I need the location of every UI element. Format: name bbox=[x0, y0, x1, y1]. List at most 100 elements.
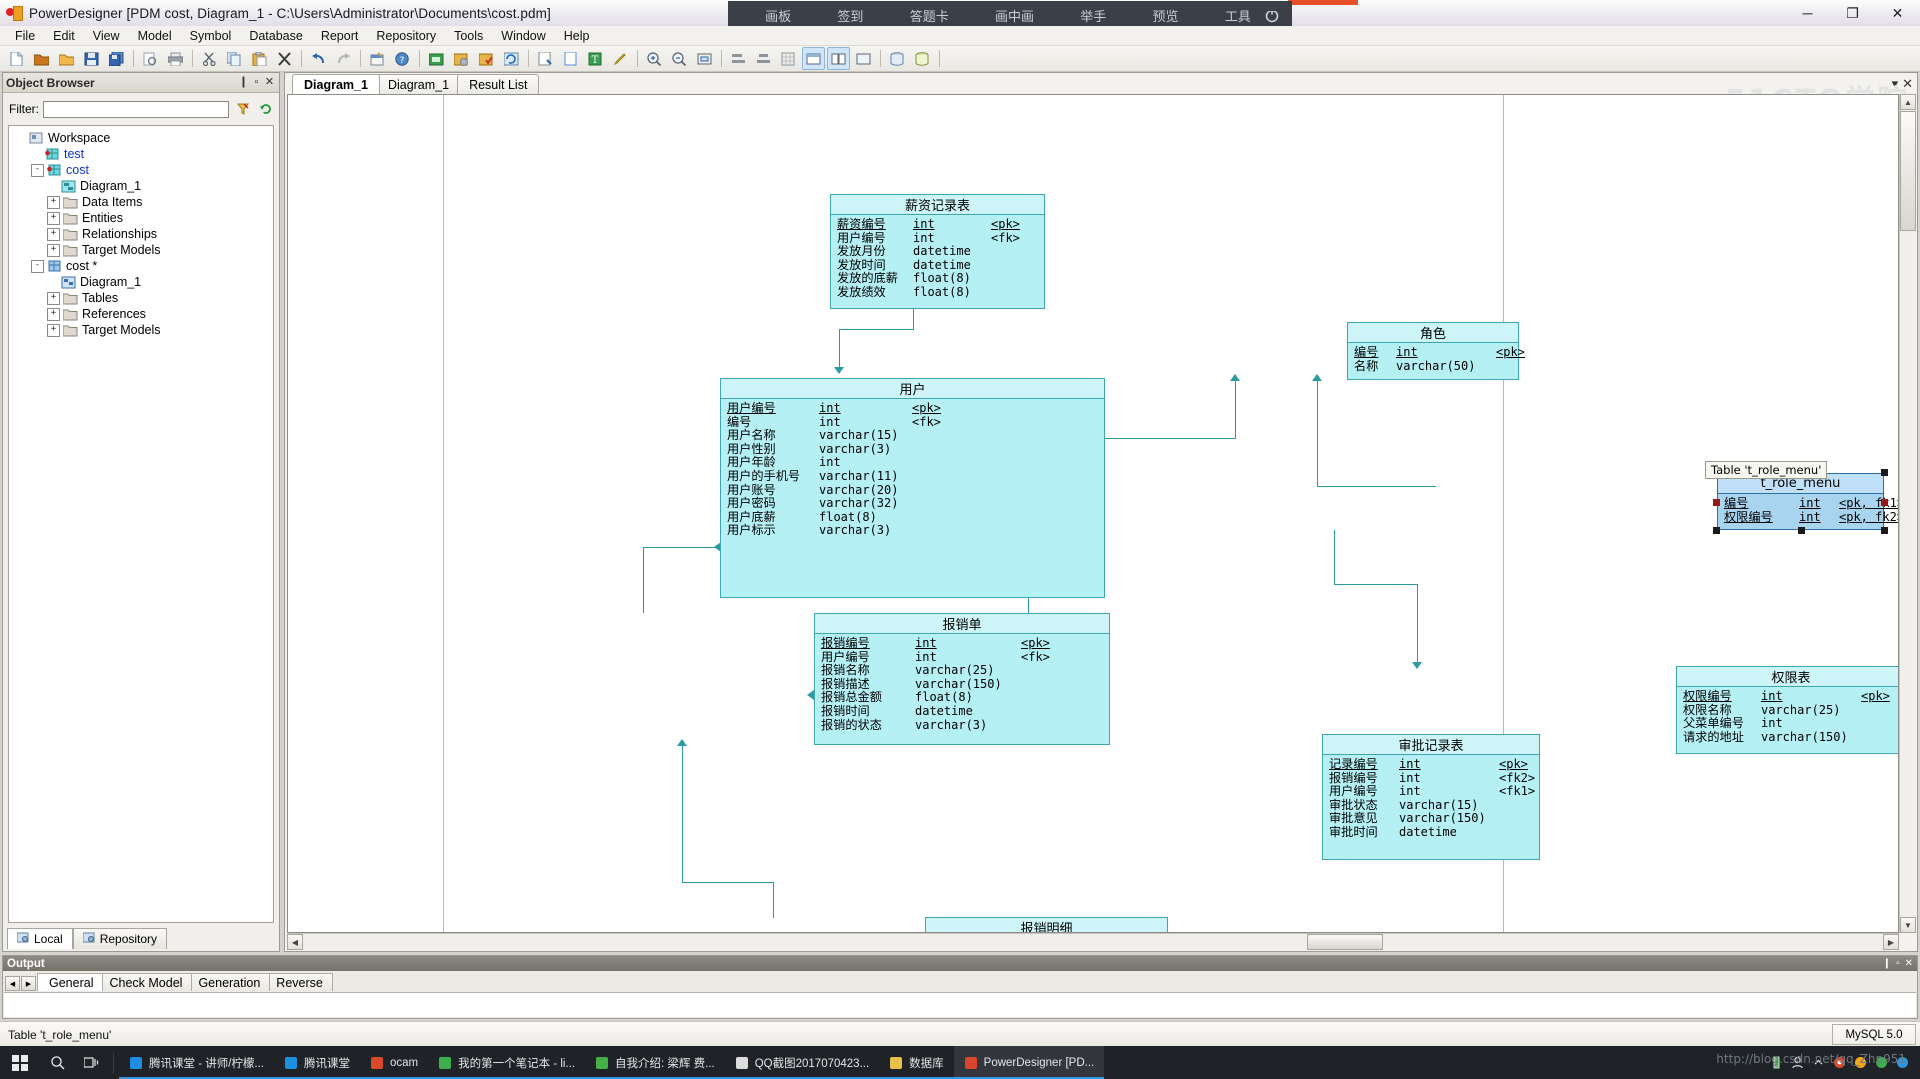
table-approve[interactable]: 审批记录表 记录编号 int <pk> 报销编号 int <fk2> 用户编号 int <fk1>… bbox=[1322, 734, 1540, 860]
pin-button[interactable]: ❙ bbox=[237, 76, 250, 89]
tree-node-test[interactable]: test bbox=[9, 146, 273, 162]
tree-expander[interactable]: + bbox=[47, 211, 60, 225]
panel-close-button[interactable]: ✕ bbox=[263, 76, 276, 89]
taskbar-item-2[interactable]: ocam bbox=[360, 1046, 429, 1079]
overlay-item-4[interactable]: 举手 bbox=[1080, 6, 1106, 25]
taskbar-item-3[interactable]: 我的第一个笔记本 - li... bbox=[428, 1046, 586, 1079]
diagram-canvas[interactable]: 薪资记录表 薪资编号 int <pk> 用户编号 int <fk> 发放月份 datetime 发… bbox=[287, 94, 1899, 933]
canvas-horizontal-scrollbar[interactable]: ◀ ▶ bbox=[287, 933, 1899, 950]
menu-view[interactable]: View bbox=[84, 27, 129, 45]
scroll-up-button[interactable]: ▲ bbox=[1900, 94, 1916, 110]
overlay-item-2[interactable]: 答题卡 bbox=[910, 6, 949, 25]
vertical-scroll-thumb[interactable] bbox=[1900, 111, 1916, 231]
refresh-button[interactable] bbox=[500, 47, 523, 70]
report-button[interactable] bbox=[534, 47, 557, 70]
menu-symbol[interactable]: Symbol bbox=[181, 27, 241, 45]
table-column-row[interactable]: 审批时间 datetime bbox=[1329, 825, 1533, 840]
help-button[interactable]: ? bbox=[391, 47, 414, 70]
menu-window[interactable]: Window bbox=[492, 27, 554, 45]
filter-apply-icon[interactable] bbox=[233, 100, 252, 119]
tree-expander[interactable]: + bbox=[47, 227, 60, 241]
cut-button[interactable] bbox=[198, 47, 221, 70]
close-button[interactable]: ✕ bbox=[1875, 0, 1920, 26]
table-reimb[interactable]: 报销单 报销编号 int <pk> 用户编号 int <fk> 报销名称 varchar(25)… bbox=[814, 613, 1110, 745]
scroll-left-button[interactable]: ◀ bbox=[287, 934, 303, 950]
table-column-row[interactable]: 用户账号 varchar(20) bbox=[727, 483, 1098, 498]
reference-line[interactable] bbox=[643, 547, 644, 613]
tree-node-tables[interactable]: + Tables bbox=[9, 290, 273, 306]
view-mode-button[interactable] bbox=[827, 47, 850, 70]
table-column-row[interactable]: 报销编号 int <pk> bbox=[821, 636, 1103, 651]
taskbar-item-4[interactable]: 自我介绍: 梁辉 费... bbox=[585, 1046, 725, 1079]
table-column-row[interactable]: 名称 varchar(50) bbox=[1354, 359, 1512, 374]
taskbar-item-6[interactable]: 数据库 bbox=[879, 1046, 954, 1079]
table-salary[interactable]: 薪资记录表 薪资编号 int <pk> 用户编号 int <fk> 发放月份 datetime 发… bbox=[830, 194, 1045, 309]
table-column-row[interactable]: 用户编号 int <pk> bbox=[727, 401, 1098, 416]
tree-expander[interactable]: + bbox=[47, 307, 60, 321]
tree-node-target-models[interactable]: + Target Models bbox=[9, 322, 273, 338]
menu-database[interactable]: Database bbox=[240, 27, 312, 45]
output-tab-general[interactable]: General bbox=[37, 973, 104, 991]
tree-expander[interactable]: + bbox=[47, 243, 60, 257]
table-column-row[interactable]: 审批意见 varchar(150) bbox=[1329, 812, 1533, 826]
table-user[interactable]: 用户 用户编号 int <pk> 编号 int <fk> 用户名称 varchar(15) 用户性… bbox=[720, 378, 1105, 598]
menu-file[interactable]: File bbox=[6, 27, 44, 45]
menu-model[interactable]: Model bbox=[129, 27, 181, 45]
table-column-row[interactable]: 用户编号 int <fk1> bbox=[1329, 785, 1535, 799]
table-column-row[interactable]: 权限编号 int <pk> bbox=[1683, 689, 1898, 704]
check-model-button[interactable] bbox=[475, 47, 498, 70]
text-button[interactable]: T bbox=[584, 47, 607, 70]
model-tree[interactable]: Workspace test - cost Diagram_1 + Data Items + E… bbox=[8, 125, 274, 923]
menu-repository[interactable]: Repository bbox=[367, 27, 445, 45]
output-next-button[interactable]: ▶ bbox=[21, 976, 36, 991]
properties-button[interactable] bbox=[366, 47, 389, 70]
db-connect-button[interactable] bbox=[886, 47, 909, 70]
minimize-button[interactable]: ─ bbox=[1785, 0, 1830, 26]
table-column-row[interactable]: 报销名称 varchar(25) bbox=[821, 664, 1103, 678]
overlay-item-6[interactable]: 工具 bbox=[1225, 6, 1251, 25]
table-role[interactable]: 角色 编号 int <pk> 名称 varchar(50) bbox=[1347, 322, 1525, 380]
table-column-row[interactable]: 用户标示 varchar(3) bbox=[727, 524, 1098, 538]
tree-node-entities[interactable]: + Entities bbox=[9, 210, 273, 226]
reference-line[interactable] bbox=[1235, 381, 1236, 439]
selection-handle[interactable] bbox=[1713, 527, 1720, 534]
reference-line[interactable] bbox=[682, 882, 773, 883]
diagram-tab-1[interactable]: Diagram_1 bbox=[375, 74, 462, 94]
tree-expander[interactable]: + bbox=[47, 323, 60, 337]
undo-button[interactable] bbox=[307, 47, 330, 70]
output-close-button[interactable]: ✕ bbox=[1905, 958, 1913, 969]
scroll-right-button[interactable]: ▶ bbox=[1883, 934, 1899, 950]
generate-button[interactable] bbox=[450, 47, 473, 70]
table-column-row[interactable]: 薪资编号 int <pk> bbox=[837, 217, 1038, 232]
zoom-in-button[interactable] bbox=[643, 47, 666, 70]
selection-handle[interactable] bbox=[1797, 527, 1805, 534]
maximize-button[interactable]: ❐ bbox=[1830, 0, 1875, 26]
selection-handle[interactable] bbox=[1881, 469, 1888, 476]
restore-button[interactable]: ▫ bbox=[250, 76, 263, 89]
print-preview-button[interactable] bbox=[139, 47, 162, 70]
task-view-button[interactable] bbox=[74, 1046, 108, 1079]
table-column-row[interactable]: 权限编号 int <pk, fk2> bbox=[1724, 510, 1898, 525]
scroll-down-button[interactable]: ▼ bbox=[1900, 917, 1916, 933]
menu-report[interactable]: Report bbox=[312, 27, 368, 45]
taskbar-item-5[interactable]: QQ截图2017070423... bbox=[724, 1046, 880, 1079]
table-column-row[interactable]: 发放绩效 float(8) bbox=[837, 285, 1038, 300]
reference-line[interactable] bbox=[682, 745, 683, 883]
browser-tab-repository[interactable]: Repository bbox=[72, 928, 168, 949]
overlay-item-0[interactable]: 画板 bbox=[765, 6, 791, 25]
table-column-row[interactable]: 父菜单编号 int bbox=[1683, 717, 1898, 731]
table-column-row[interactable]: 用户性别 varchar(3) bbox=[727, 442, 1098, 457]
browser-tab-local[interactable]: Local bbox=[7, 928, 73, 949]
new-page-button[interactable] bbox=[559, 47, 582, 70]
tree-node-cost-[interactable]: - cost * bbox=[9, 258, 273, 274]
taskbar-item-0[interactable]: 腾讯课堂 - 讲师/柠檬... bbox=[119, 1046, 274, 1079]
new-button[interactable] bbox=[5, 47, 28, 70]
reference-line[interactable] bbox=[773, 882, 774, 918]
start-button[interactable] bbox=[0, 1046, 40, 1079]
fullscreen-button[interactable] bbox=[852, 47, 875, 70]
table-column-row[interactable]: 编号 int <pk, fk1> bbox=[1724, 496, 1898, 511]
table-column-row[interactable]: 发放的底薪 float(8) bbox=[837, 272, 1038, 286]
paste-button[interactable] bbox=[248, 47, 271, 70]
selection-handle[interactable] bbox=[1713, 498, 1720, 506]
output-prev-button[interactable]: ◀ bbox=[5, 976, 20, 991]
